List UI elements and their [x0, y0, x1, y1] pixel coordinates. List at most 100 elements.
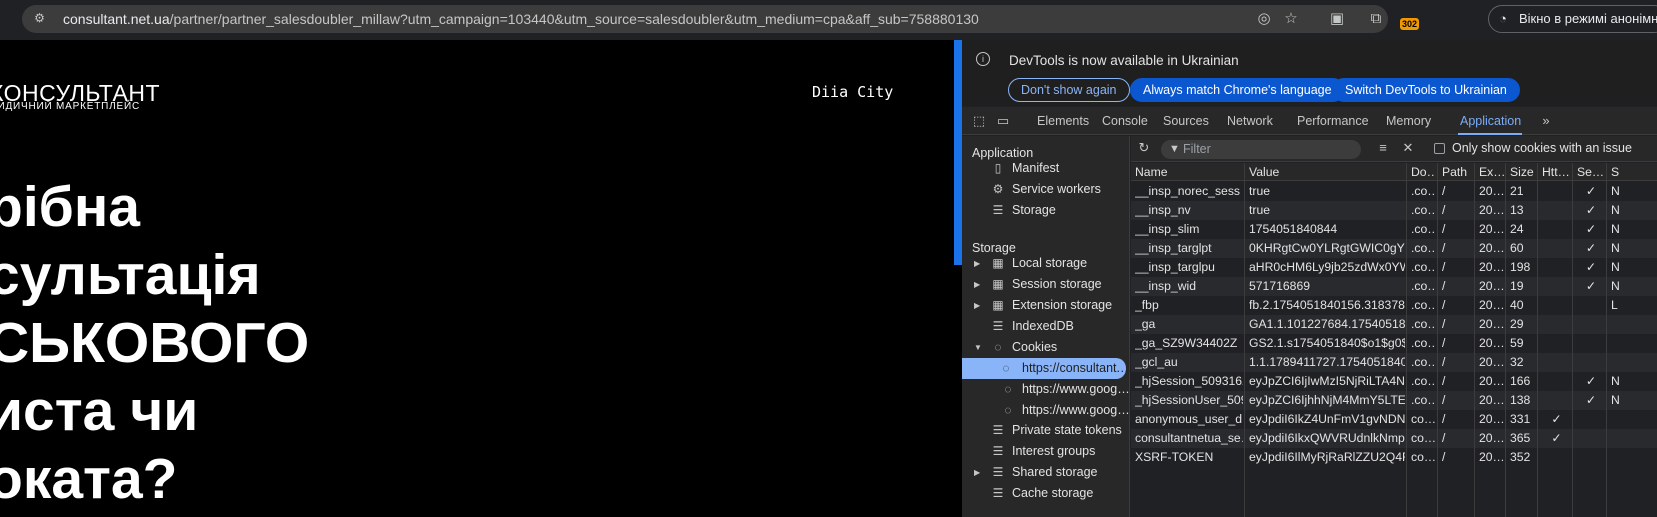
delete-selected-icon[interactable]: ✕	[1399, 139, 1417, 157]
switch-to-ukrainian-button[interactable]: Switch DevTools to Ukrainian	[1332, 78, 1520, 102]
sidebar-item-storage[interactable]: ☰ Storage	[993, 200, 1056, 221]
column-header[interactable]: Do…	[1411, 163, 1436, 181]
table-cell: 20…	[1479, 203, 1504, 217]
sidebar-item-service-workers[interactable]: ⚙ Service workers	[993, 179, 1101, 200]
sidebar-item-cookies[interactable]: ▼ ◌ Cookies	[974, 337, 1057, 358]
column-header[interactable]: Path	[1442, 163, 1473, 181]
column-header[interactable]: Htt…	[1542, 163, 1571, 181]
table-cell: /	[1442, 241, 1446, 255]
column-header[interactable]: S	[1611, 163, 1655, 181]
column-header[interactable]: Size	[1510, 163, 1536, 181]
table-row[interactable]: _hjSession_5093162 eyJpZCI6IjIwMzI5NjRiLT…	[1131, 372, 1657, 391]
sidebar-item-interest-groups[interactable]: ☰ Interest groups	[993, 441, 1096, 462]
column-divider[interactable]	[1244, 163, 1245, 517]
clear-filtered-icon[interactable]: ≡	[1374, 139, 1392, 157]
table-row[interactable]: consultantnetua_se… eyJpdiI6IkxQWVRUdnlkN…	[1131, 429, 1657, 448]
table-row[interactable]: __insp_targlpt 0KHRgtCw0YLRgtGWIC0gY2… .co…	[1131, 239, 1657, 258]
table-cell: aHR0cHM6Ly9jb25zdWx0YW…	[1249, 260, 1405, 274]
sidebar-item-local-storage[interactable]: ▶ ▦ Local storage	[974, 253, 1087, 274]
eye-off-icon[interactable]: ◎	[1254, 9, 1274, 29]
sidebar-item-cache-storage[interactable]: ☰ Cache storage	[993, 483, 1094, 504]
table-cell: ✓	[1585, 260, 1597, 274]
table-cell: /	[1442, 393, 1446, 407]
puzzle-icon[interactable]: ⧉	[1366, 9, 1386, 29]
column-divider[interactable]	[1505, 163, 1506, 517]
table-row[interactable]: _hjSessionUser_509… eyJpZCI6IjhhNjM4MmY5L…	[1131, 391, 1657, 410]
cookie-origin-consultant[interactable]: ◌ https://consultant.…	[962, 358, 1132, 379]
table-cell: _ga_SZ9W34402Z	[1135, 336, 1238, 350]
refresh-icon[interactable]: ↻	[1135, 139, 1153, 157]
sidebar-item-extension-storage[interactable]: ▶ ▦ Extension storage	[974, 295, 1112, 316]
table-row[interactable]: __insp_slim 1754051840844 .co… / 20… 24 ✓ N	[1131, 220, 1657, 239]
table-row[interactable]: _ga_SZ9W34402Z GS2.1.s1754051840$o1$g0$t……	[1131, 334, 1657, 353]
tab-performance[interactable]: Performance	[1297, 114, 1369, 128]
devtools-resize-edge[interactable]	[954, 40, 962, 265]
table-cell: 331	[1510, 412, 1531, 426]
table-cell: 21	[1510, 184, 1524, 198]
column-divider[interactable]	[1437, 163, 1438, 517]
sidebar-item-private-state-tokens[interactable]: ☰ Private state tokens	[993, 420, 1122, 441]
sidebar-item-manifest[interactable]: ▯ Manifest	[995, 158, 1060, 179]
column-header[interactable]: Name	[1135, 163, 1243, 181]
expand-arrow-icon[interactable]: ▶	[974, 295, 984, 316]
collapse-arrow-icon[interactable]: ▼	[974, 337, 984, 358]
star-icon[interactable]: ☆	[1281, 9, 1301, 29]
devtools-tabbar: ⬚ ▭ Elements Console Sources Network Per…	[962, 107, 1657, 135]
table-cell: ✓	[1585, 222, 1597, 236]
tab-console[interactable]: Console	[1102, 114, 1148, 128]
tab-sources[interactable]: Sources	[1163, 114, 1209, 128]
table-row[interactable]: XSRF-TOKEN eyJpdiI6IlMyRjRaRlZZU2Q4R… co… /…	[1131, 448, 1657, 467]
cookie-origin-google-1[interactable]: ◌ https://www.goog…	[1004, 379, 1129, 400]
dont-show-again-button[interactable]: Don't show again	[1008, 78, 1130, 102]
table-row[interactable]: __insp_norec_sess true .co… / 20… 21 ✓ N	[1131, 182, 1657, 201]
tab-elements[interactable]: Elements	[1037, 114, 1089, 128]
table-row[interactable]: anonymous_user_d… eyJpdiI6IkZ4UnFmV1gvNDN…	[1131, 410, 1657, 429]
cookie-filter-input[interactable]: ▼ Filter	[1161, 140, 1361, 159]
table-row[interactable]: _fbp fb.2.1754051840156.318378… .co… / 20… 40…	[1131, 296, 1657, 315]
tab-network[interactable]: Network	[1227, 114, 1273, 128]
sidebar-item-session-storage[interactable]: ▶ ▦ Session storage	[974, 274, 1102, 295]
table-cell	[1577, 410, 1605, 429]
sidebar-item-shared-storage[interactable]: ▶ ☰ Shared storage	[974, 462, 1097, 483]
tab-application[interactable]: Application	[1460, 114, 1521, 128]
table-cell: .co…	[1411, 393, 1436, 407]
more-tabs-icon[interactable]: »	[1537, 112, 1555, 130]
table-cell	[1542, 239, 1571, 258]
column-divider[interactable]	[1474, 163, 1475, 517]
nav-link-diia-city[interactable]: Diia City	[812, 83, 893, 101]
column-divider[interactable]	[1537, 163, 1538, 517]
url-text[interactable]: consultant.net.ua/partner/partner_salesd…	[63, 11, 979, 27]
table-icon: ▦	[992, 256, 1004, 270]
column-header[interactable]: Value	[1249, 163, 1405, 181]
table-row[interactable]: __insp_wid 571716869 .co… / 20… 19 ✓ N	[1131, 277, 1657, 296]
table-cell	[1542, 182, 1571, 201]
incognito-indicator[interactable]: ◔ Вікно в режимі анонімн	[1488, 5, 1657, 33]
table-row[interactable]: _ga GA1.1.101227684.1754051840 .co… / 20… 29	[1131, 315, 1657, 334]
always-match-language-button[interactable]: Always match Chrome's language	[1130, 78, 1345, 102]
column-divider[interactable]	[1572, 163, 1573, 517]
table-cell: 24	[1510, 222, 1524, 236]
expand-arrow-icon[interactable]: ▶	[974, 274, 984, 295]
cookie-origin-google-2[interactable]: ◌ https://www.goog…	[1004, 400, 1129, 421]
column-header[interactable]: Ex…	[1479, 163, 1504, 181]
only-issue-checkbox[interactable]	[1434, 143, 1445, 154]
expand-arrow-icon[interactable]: ▶	[974, 253, 984, 274]
application-sidebar: Application ▯ Manifest ⚙ Service workers ☰…	[962, 136, 1132, 517]
table-cell: N	[1611, 184, 1620, 198]
expand-arrow-icon[interactable]: ▶	[974, 462, 984, 483]
extension-icon[interactable]: ▣	[1327, 9, 1347, 29]
site-info-icon[interactable]: ⚙	[32, 11, 47, 26]
inspect-element-icon[interactable]: ⬚	[970, 112, 988, 130]
column-divider[interactable]	[1606, 163, 1607, 517]
table-row[interactable]: __insp_nv true .co… / 20… 13 ✓ N	[1131, 201, 1657, 220]
column-header[interactable]: Se…	[1577, 163, 1605, 181]
headline-line: иста чи	[0, 379, 199, 443]
device-toolbar-icon[interactable]: ▭	[994, 112, 1012, 130]
table-row[interactable]: __insp_targlpu aHR0cHM6Ly9jb25zdWx0YW… .co…	[1131, 258, 1657, 277]
column-divider[interactable]	[1406, 163, 1407, 517]
tab-memory[interactable]: Memory	[1386, 114, 1431, 128]
sidebar-item-indexeddb[interactable]: ☰ IndexedDB	[993, 316, 1074, 337]
table-cell: 20…	[1479, 431, 1504, 445]
table-row[interactable]: _gcl_au 1.1.1789411727.1754051840 .co… / 20……	[1131, 353, 1657, 372]
table-cell: 138	[1510, 393, 1531, 407]
